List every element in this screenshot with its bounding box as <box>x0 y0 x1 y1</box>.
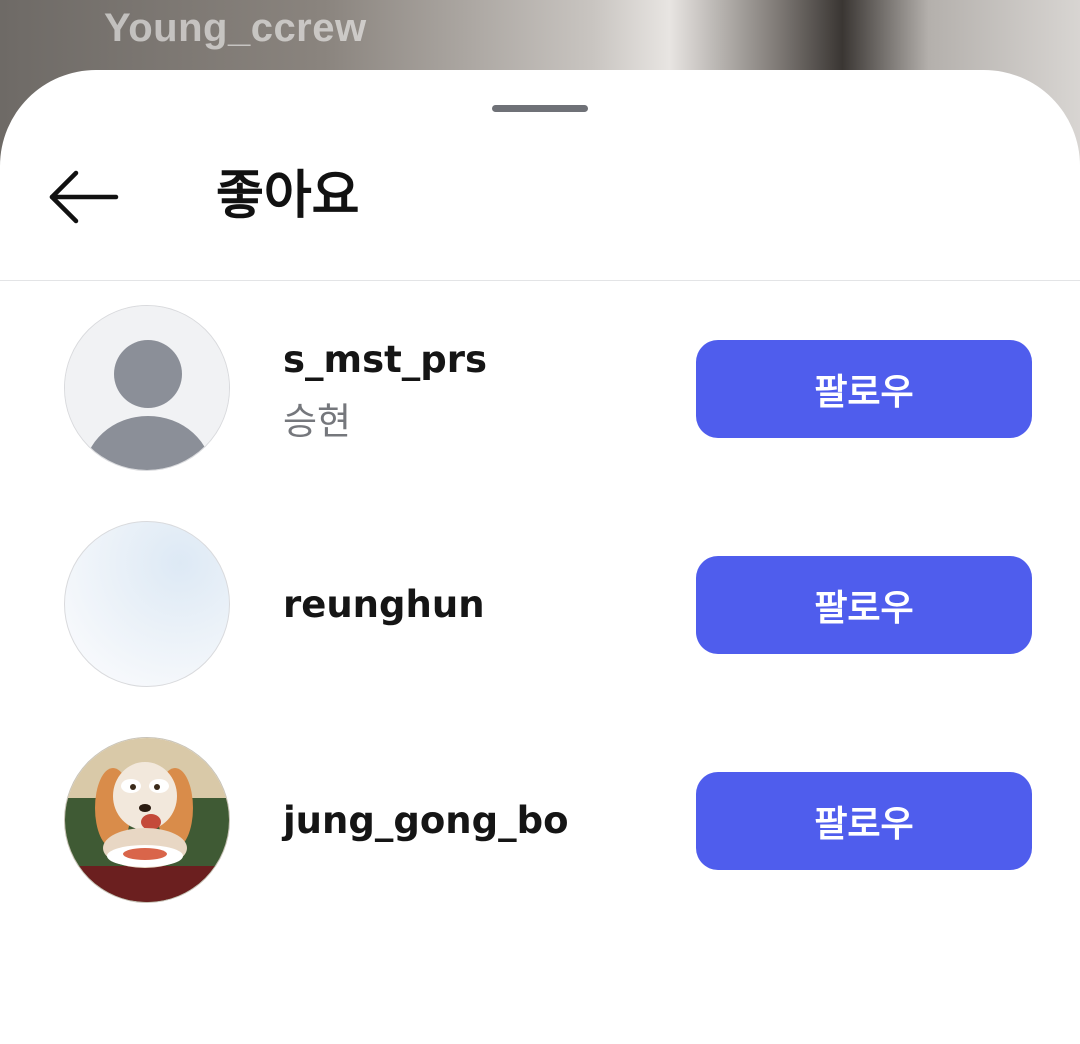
header-divider <box>0 280 1080 281</box>
username[interactable]: jung_gong_bo <box>283 799 569 842</box>
display-name: 승현 <box>283 400 352 443</box>
watermark-text: Young_ccrew <box>104 6 367 50</box>
avatar[interactable] <box>64 737 230 903</box>
follow-button[interactable]: 팔로우 <box>696 772 1032 870</box>
list-item: jung_gong_bo 팔로우 <box>0 720 1080 920</box>
likes-bottom-sheet: 좋아요 s_mst_prs 승현 팔로우 reunghun 팔로우 jung_g… <box>0 70 1080 1044</box>
cartoon-dog-icon <box>65 738 229 902</box>
follow-button[interactable]: 팔로우 <box>696 556 1032 654</box>
drag-handle[interactable] <box>492 105 588 112</box>
back-button[interactable] <box>40 162 128 232</box>
username[interactable]: reunghun <box>283 583 485 626</box>
follow-button[interactable]: 팔로우 <box>696 340 1032 438</box>
default-person-icon <box>65 306 229 470</box>
page-title: 좋아요 <box>216 166 360 226</box>
list-item: s_mst_prs 승현 팔로우 <box>0 288 1080 488</box>
arrow-left-icon <box>49 170 119 224</box>
username[interactable]: s_mst_prs <box>283 338 487 381</box>
avatar[interactable] <box>64 305 230 471</box>
list-item: reunghun 팔로우 <box>0 504 1080 704</box>
avatar[interactable] <box>64 521 230 687</box>
